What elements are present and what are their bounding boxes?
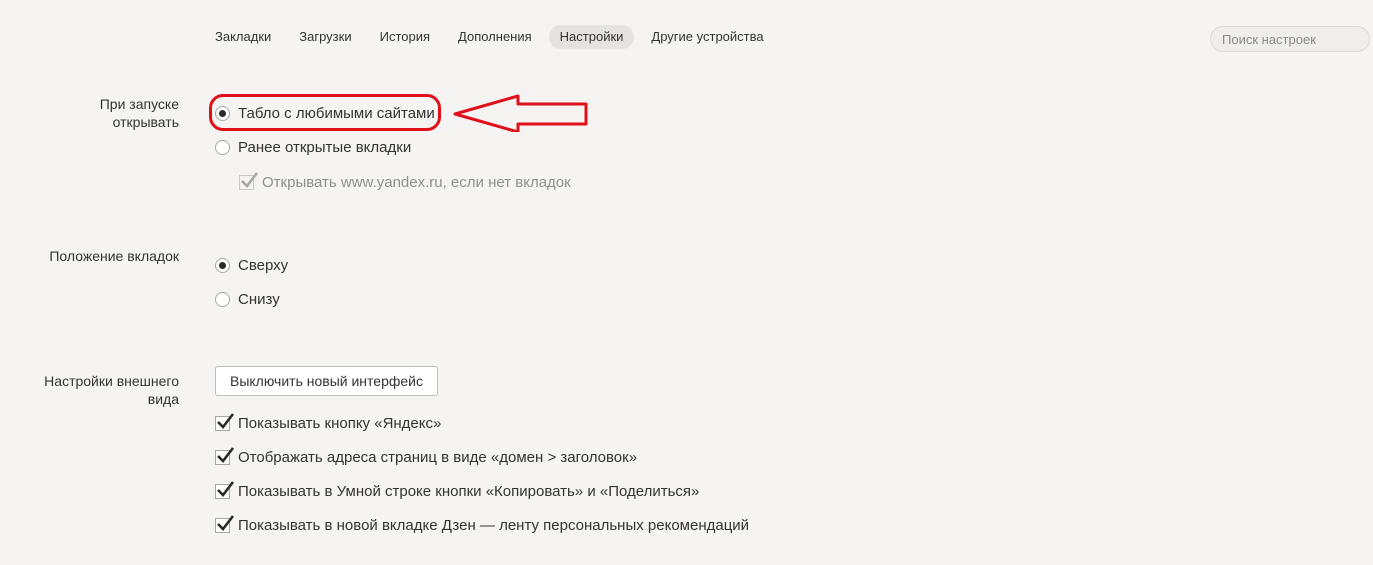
radio-button[interactable] [215, 139, 230, 155]
checkbox-label: Показывать в новой вкладке Дзен — ленту … [238, 516, 750, 534]
checkmark-icon [217, 412, 235, 429]
tab-extensions[interactable]: Дополнения [447, 25, 543, 49]
appearance-section-label: Настройки внешнего вида [44, 372, 179, 408]
settings-nav: Закладки Загрузки История Дополнения Нас… [204, 25, 781, 49]
checkmark-icon [217, 446, 235, 463]
checkbox-label: Показывать в Умной строке кнопки «Копиро… [238, 482, 700, 500]
appearance-label-line2: вида [147, 391, 179, 407]
appearance-label-line1: Настройки внешнего [44, 373, 179, 389]
checkbox-label: Отображать адреса страниц в виде «домен … [238, 448, 638, 466]
option-label: Сверху [238, 256, 289, 274]
checkbox[interactable] [215, 480, 235, 499]
checkmark-icon [217, 514, 235, 531]
arrow-left-icon [453, 94, 588, 132]
tab-downloads[interactable]: Загрузки [288, 25, 362, 49]
checkbox-label: Показывать кнопку «Яндекс» [238, 414, 442, 432]
tab-other-devices[interactable]: Другие устройства [640, 25, 774, 49]
annotation-highlight-ellipse [209, 94, 441, 131]
radio-button[interactable] [215, 291, 230, 307]
tab-settings[interactable]: Настройки [548, 25, 635, 49]
checkmark-icon [241, 171, 259, 188]
option-label: Ранее открытые вкладки [238, 138, 412, 156]
checkbox[interactable] [215, 514, 235, 533]
tab-history[interactable]: История [369, 25, 441, 49]
tab-bookmarks[interactable]: Закладки [204, 25, 282, 49]
option-label: Снизу [238, 290, 280, 308]
checkmark-icon [217, 480, 235, 497]
smart-line-buttons-checkbox-row[interactable]: Показывать в Умной строке кнопки «Копиро… [215, 480, 700, 501]
checkbox[interactable] [215, 446, 235, 465]
startup-label-line2: открывать [112, 114, 179, 130]
search-input[interactable] [1210, 26, 1370, 52]
tabs-position-top[interactable]: Сверху [215, 255, 288, 275]
zen-feed-checkbox-row[interactable]: Показывать в новой вкладке Дзен — ленту … [215, 514, 750, 535]
startup-option-previous-tabs[interactable]: Ранее открытые вкладки [215, 137, 411, 157]
open-yandex-checkbox-row[interactable]: Открывать www.yandex.ru, если нет вкладо… [239, 171, 571, 192]
startup-label-line1: При запуске [99, 96, 179, 112]
tabs-position-label: Положение вкладок [49, 248, 179, 264]
tabs-position-bottom[interactable]: Снизу [215, 289, 280, 309]
radio-button[interactable] [215, 257, 230, 273]
disable-new-interface-button[interactable]: Выключить новый интерфейс [215, 366, 438, 396]
checkbox[interactable] [239, 171, 259, 190]
domain-title-checkbox-row[interactable]: Отображать адреса страниц в виде «домен … [215, 446, 638, 467]
startup-section-label: При запуске открывать [100, 95, 179, 131]
checkbox[interactable] [215, 412, 235, 431]
show-yandex-button-checkbox-row[interactable]: Показывать кнопку «Яндекс» [215, 412, 442, 433]
checkbox-label: Открывать www.yandex.ru, если нет вкладо… [262, 173, 571, 191]
